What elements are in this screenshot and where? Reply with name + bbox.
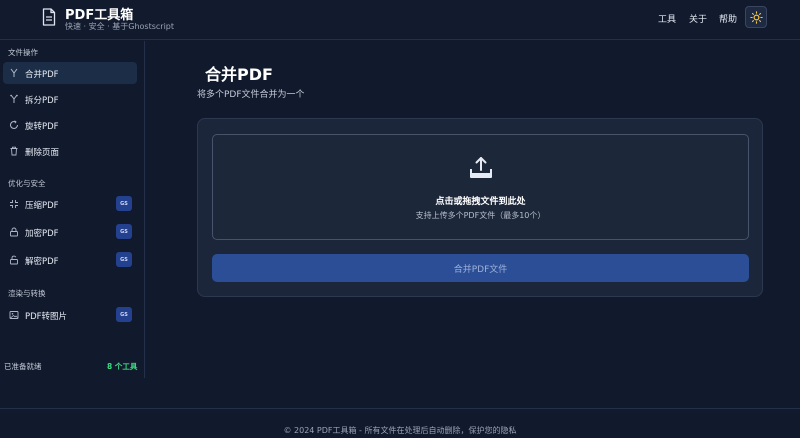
merge-icon <box>10 68 18 77</box>
theme-toggle-button[interactable] <box>745 6 767 28</box>
rotate-icon <box>10 120 18 129</box>
gs-badge: GS <box>116 196 132 211</box>
sidebar-item-label: 加密PDF <box>25 229 59 239</box>
section-label-render-convert: 渲染与转换 <box>8 289 46 298</box>
sidebar-item-encrypt[interactable]: 加密PDF GS <box>3 221 137 243</box>
nav-tools[interactable]: 工具 <box>658 12 676 25</box>
nav-help[interactable]: 帮助 <box>719 12 737 25</box>
sidebar-item-rotate[interactable]: 旋转PDF <box>3 114 137 136</box>
footer-divider <box>0 408 800 409</box>
sidebar-item-merge[interactable]: 合并PDF <box>3 62 137 84</box>
sidebar-item-label: 拆分PDF <box>25 96 59 106</box>
section-label-optimize-security: 优化与安全 <box>8 179 46 188</box>
upload-icon <box>470 157 492 178</box>
gs-badge: GS <box>116 307 132 322</box>
sidebar-item-compress[interactable]: 压缩PDF GS <box>3 193 137 215</box>
file-dropzone[interactable]: 点击或拖拽文件到此处 支持上传多个PDF文件（最多10个） <box>212 134 749 240</box>
nav-about[interactable]: 关于 <box>689 12 707 25</box>
trash-icon <box>10 146 18 156</box>
merge-card: 点击或拖拽文件到此处 支持上传多个PDF文件（最多10个） 合并PDF文件 <box>197 118 763 297</box>
gs-badge: GS <box>116 224 132 239</box>
page-description: 将多个PDF文件合并为一个 <box>197 90 305 100</box>
sidebar-item-pdf-to-image[interactable]: PDF转图片 GS <box>3 304 137 326</box>
sidebar-item-decrypt[interactable]: 解密PDF GS <box>3 249 137 271</box>
page-title: 合并PDF <box>205 65 273 84</box>
section-label-file-ops: 文件操作 <box>8 48 38 57</box>
tool-count: 8 个工具 <box>107 362 138 371</box>
dropzone-title: 点击或拖拽文件到此处 <box>435 197 526 207</box>
status-text: 已准备就绪 <box>4 362 42 371</box>
app-header: PDF工具箱 快速 · 安全 · 基于Ghostscript 工具 关于 帮助 <box>0 0 800 40</box>
footer-text: © 2024 PDF工具箱 - 所有文件在处理后自动删除，保护您的隐私 <box>283 426 517 435</box>
dropzone-subtitle: 支持上传多个PDF文件（最多10个） <box>415 211 546 220</box>
document-icon <box>42 8 56 26</box>
sun-icon <box>749 10 763 24</box>
sidebar-item-label: 压缩PDF <box>25 201 59 211</box>
sidebar-item-delete-pages[interactable]: 删除页面 <box>3 140 137 162</box>
gs-badge: GS <box>116 252 132 267</box>
sidebar-item-split[interactable]: 拆分PDF <box>3 88 137 110</box>
merge-button[interactable]: 合并PDF文件 <box>212 254 749 282</box>
split-icon <box>10 94 18 103</box>
compress-icon <box>10 200 18 208</box>
lock-icon <box>10 227 18 237</box>
sidebar: 文件操作 合并PDF 拆分PDF 旋转PDF 删除页面 优化与安全 压缩PDF <box>0 41 145 378</box>
sidebar-item-label: 合并PDF <box>25 70 59 80</box>
image-icon <box>9 311 19 319</box>
sidebar-item-label: PDF转图片 <box>25 312 68 322</box>
sidebar-item-label: 旋转PDF <box>25 122 59 132</box>
sidebar-item-label: 解密PDF <box>25 257 59 267</box>
unlock-icon <box>10 255 18 265</box>
sidebar-item-label: 删除页面 <box>25 148 60 158</box>
app-subtitle: 快速 · 安全 · 基于Ghostscript <box>65 22 175 31</box>
